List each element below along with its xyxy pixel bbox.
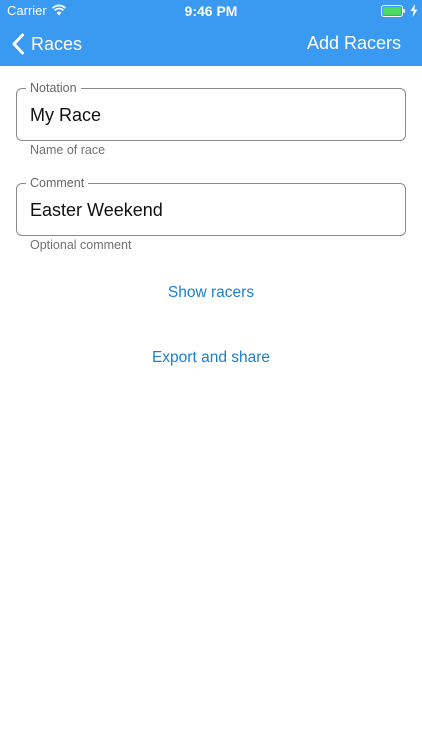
back-button-label: Races <box>31 33 83 54</box>
notation-field: Notation My Race Name of race <box>16 80 406 157</box>
comment-input[interactable]: Comment Easter Weekend <box>16 175 406 236</box>
notation-helper-text: Name of race <box>30 143 106 157</box>
status-bar: Carrier 9:46 PM <box>0 0 422 22</box>
app-header: Carrier 9:46 PM Races Add Racers <box>0 0 422 66</box>
charging-bolt-icon <box>410 4 418 17</box>
comment-field: Comment Easter Weekend Optional comment <box>16 175 406 252</box>
show-racers-button[interactable]: Show racers <box>168 284 254 301</box>
chevron-left-icon <box>12 33 24 55</box>
battery-icon <box>381 5 405 17</box>
notation-value: My Race <box>30 105 102 125</box>
navigation-bar: Races Add Racers <box>0 22 422 66</box>
export-share-row: Export and share <box>0 349 422 367</box>
export-and-share-button[interactable]: Export and share <box>152 349 270 366</box>
show-racers-row: Show racers <box>0 284 422 302</box>
notation-input[interactable]: Notation My Race <box>16 80 406 141</box>
notation-label: Notation <box>26 80 81 96</box>
back-button[interactable]: Races <box>11 31 82 57</box>
status-time: 9:46 PM <box>184 3 238 19</box>
comment-helper-text: Optional comment <box>30 238 132 252</box>
comment-label: Comment <box>26 175 89 191</box>
add-racers-button[interactable]: Add Racers <box>307 33 401 54</box>
comment-value: Easter Weekend <box>30 200 163 220</box>
